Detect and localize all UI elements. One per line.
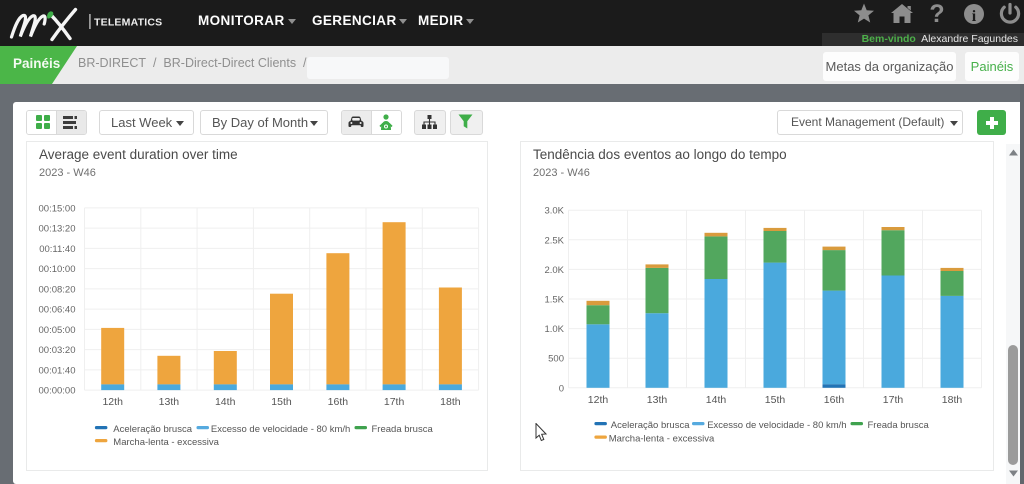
svg-text:1.5K: 1.5K — [544, 294, 564, 305]
svg-text:Marcha-lenta - excessiva: Marcha-lenta - excessiva — [609, 433, 715, 444]
svg-text:18th: 18th — [440, 396, 461, 408]
svg-text:14th: 14th — [214, 396, 235, 408]
svg-text:Tendência dos eventos ao longo: Tendência dos eventos ao longo do tempo — [533, 147, 787, 162]
svg-text:Excesso de velocidade - 80 km/: Excesso de velocidade - 80 km/h — [210, 424, 349, 435]
svg-text:15th: 15th — [765, 394, 786, 406]
svg-text:00:08:20: 00:08:20 — [38, 284, 75, 295]
svg-text:2.5K: 2.5K — [544, 235, 564, 246]
svg-text:2023 - W46: 2023 - W46 — [533, 167, 590, 179]
svg-text:0: 0 — [559, 383, 564, 394]
svg-text:00:05:00: 00:05:00 — [38, 324, 75, 335]
svg-text:?: ? — [929, 2, 944, 26]
svg-text:16th: 16th — [327, 396, 348, 408]
svg-text:00:01:40: 00:01:40 — [38, 365, 75, 376]
svg-text:17th: 17th — [883, 394, 904, 406]
svg-text:2.0K: 2.0K — [544, 264, 564, 275]
svg-text:13th: 13th — [647, 394, 668, 406]
svg-text:15th: 15th — [271, 396, 292, 408]
svg-text:Excesso de velocidade - 80 km/: Excesso de velocidade - 80 km/h — [707, 420, 846, 431]
svg-text:00:15:00: 00:15:00 — [38, 203, 75, 214]
svg-text:3.0K: 3.0K — [544, 205, 564, 216]
svg-text:16th: 16th — [824, 394, 845, 406]
svg-text:00:10:00: 00:10:00 — [38, 264, 75, 275]
svg-text:1.0K: 1.0K — [544, 324, 564, 335]
svg-text:00:00:00: 00:00:00 — [38, 385, 75, 396]
svg-text:TELEMATICS: TELEMATICS — [94, 17, 162, 29]
svg-text:Aceleração brusca: Aceleração brusca — [113, 424, 192, 435]
svg-text:13th: 13th — [158, 396, 179, 408]
svg-text:2023 - W46: 2023 - W46 — [39, 167, 96, 179]
svg-text:17th: 17th — [383, 396, 404, 408]
svg-text:18th: 18th — [942, 394, 963, 406]
svg-text:i: i — [972, 8, 977, 25]
svg-text:14th: 14th — [706, 394, 727, 406]
svg-text:Marcha-lenta - excessiva: Marcha-lenta - excessiva — [113, 437, 219, 448]
svg-text:500: 500 — [548, 353, 564, 364]
svg-text:Freada brusca: Freada brusca — [868, 420, 930, 431]
svg-text:Average event duration over ti: Average event duration over time — [39, 147, 238, 162]
svg-text:Aceleração brusca: Aceleração brusca — [611, 420, 690, 431]
svg-text:12th: 12th — [588, 394, 609, 406]
svg-text:12th: 12th — [102, 396, 123, 408]
svg-text:00:11:40: 00:11:40 — [39, 243, 75, 254]
svg-text:00:03:20: 00:03:20 — [38, 345, 75, 356]
svg-text:00:13:20: 00:13:20 — [38, 223, 75, 234]
svg-text:00:06:40: 00:06:40 — [38, 304, 75, 315]
svg-text:Freada brusca: Freada brusca — [371, 424, 433, 435]
